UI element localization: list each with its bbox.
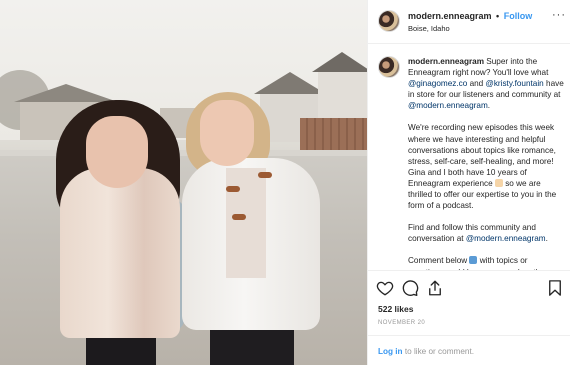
caption-text-span: Comment below: [408, 256, 470, 266]
person-left-scarf: [60, 168, 180, 338]
header-separator: •: [496, 11, 500, 21]
login-link[interactable]: Log in: [378, 347, 403, 356]
photo-curb: [0, 150, 367, 156]
caption-paragraph: We're recording new episodes this week w…: [408, 122, 564, 211]
more-options-icon[interactable]: ···: [552, 9, 566, 21]
person-right-shirt: [226, 168, 266, 278]
post-date: NOVEMBER 20: [378, 320, 426, 326]
login-prompt: Log in to like or comment.: [368, 335, 570, 365]
share-icon[interactable]: [426, 279, 444, 297]
photo-roof: [254, 72, 326, 94]
heart-icon[interactable]: [376, 279, 394, 297]
mention-link[interactable]: @kristy.fountain: [486, 79, 544, 88]
coat-toggle: [226, 186, 240, 192]
caption-text-span: .: [545, 234, 548, 244]
caption-text-span: .: [487, 101, 491, 111]
likes-count[interactable]: 522 likes: [378, 304, 413, 314]
person-left-face: [86, 116, 148, 188]
header-user-row: modern.enneagram • Follow: [408, 11, 532, 21]
post-header: modern.enneagram • Follow Boise, Idaho ·…: [368, 0, 570, 44]
mention-link[interactable]: @modern.enneagram: [408, 101, 488, 110]
login-suffix: to like or comment.: [402, 347, 474, 356]
coat-toggle: [232, 214, 246, 220]
photo-roof: [14, 84, 118, 102]
post-side-panel: modern.enneagram • Follow Boise, Idaho ·…: [367, 0, 570, 365]
mention-link[interactable]: @ginagomez.co: [408, 79, 467, 88]
caption-text-span: and: [467, 79, 486, 89]
caption-paragraph: modern.enneagram Super into the Enneagra…: [408, 56, 564, 111]
avatar[interactable]: [378, 10, 400, 32]
post-actions: 522 likes NOVEMBER 20 Log in to like or …: [368, 270, 570, 365]
caption-paragraph: Comment below with topics or questions y…: [408, 255, 564, 270]
bookmark-icon[interactable]: [546, 279, 564, 297]
mention-link[interactable]: @modern.enneagram: [466, 234, 546, 243]
caption-username[interactable]: modern.enneagram: [408, 57, 484, 66]
location-link[interactable]: Boise, Idaho: [408, 24, 450, 33]
photo-fence: [300, 118, 367, 150]
photo-roof: [312, 52, 367, 72]
caption-paragraph: Find and follow this community and conve…: [408, 222, 564, 244]
header-username[interactable]: modern.enneagram: [408, 11, 492, 21]
caption-text: modern.enneagram Super into the Enneagra…: [408, 56, 564, 270]
login-text: Log in to like or comment.: [378, 347, 474, 356]
avatar[interactable]: [378, 56, 400, 78]
post-photo[interactable]: [0, 0, 367, 365]
comment-icon[interactable]: [401, 279, 419, 297]
follow-button[interactable]: Follow: [504, 11, 533, 21]
caption-area: modern.enneagram Super into the Enneagra…: [368, 44, 570, 270]
coat-toggle: [258, 172, 272, 178]
praying-hands-icon: [494, 178, 503, 187]
person-right-face: [200, 100, 254, 166]
